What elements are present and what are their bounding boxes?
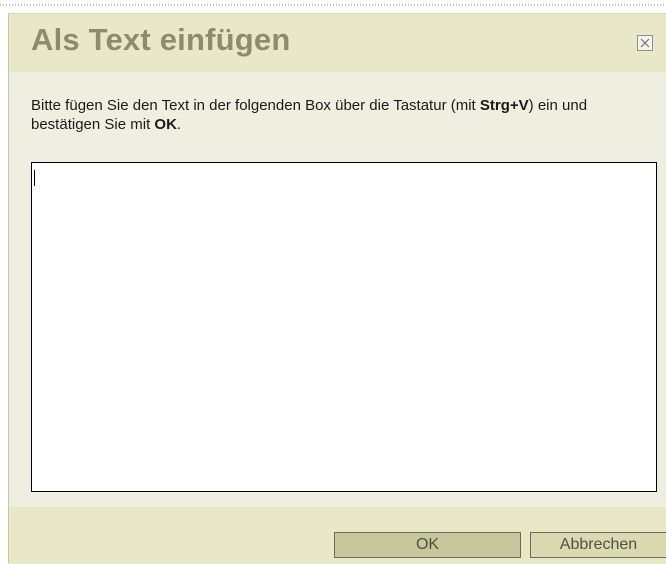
text-caret <box>34 170 35 186</box>
ok-button[interactable]: OK <box>334 532 521 558</box>
instruction-text: Bitte fügen Sie den Text in der folgende… <box>31 96 651 134</box>
instruction-ok-word: OK <box>154 116 177 133</box>
instruction-part1: Bitte fügen Sie den Text in der folgende… <box>31 97 480 114</box>
instruction-shortcut: Strg+V <box>479 97 529 114</box>
background-dotted-line <box>0 4 666 6</box>
background-strip <box>0 0 666 13</box>
dialog-titlebar: Als Text einfügen <box>9 14 666 72</box>
instruction-part3: . <box>176 116 182 133</box>
dialog-title: Als Text einfügen <box>31 22 291 57</box>
cancel-button[interactable]: Abbrechen <box>530 532 666 558</box>
paste-as-text-dialog: Als Text einfügen Bitte fügen Sie den Te… <box>8 13 666 564</box>
close-button[interactable] <box>637 35 653 51</box>
close-icon <box>640 38 650 48</box>
paste-textarea[interactable] <box>31 162 657 492</box>
